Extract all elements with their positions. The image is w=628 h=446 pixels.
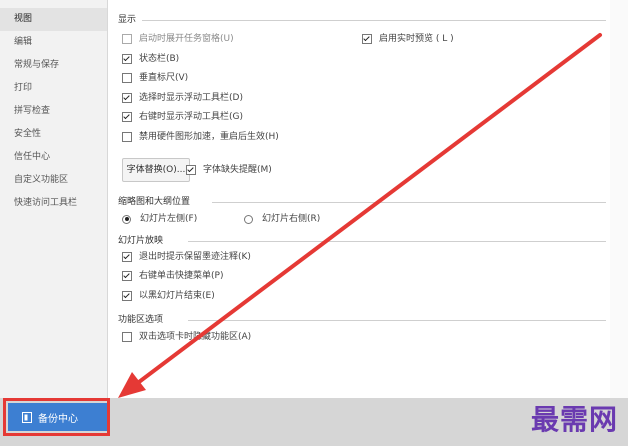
option-float-toolbar-rightclick[interactable]: 右键时显示浮动工具栏(G) — [122, 109, 243, 125]
option-label: 右键时显示浮动工具栏(G) — [139, 112, 243, 122]
radio-button[interactable] — [122, 214, 131, 224]
section-divider — [188, 320, 606, 321]
section-title-ribbon: 功能区选项 — [118, 315, 164, 325]
section-divider — [212, 202, 606, 203]
checkbox[interactable] — [122, 93, 132, 103]
option-label: 幻灯片右侧(R) — [262, 214, 321, 224]
highlight-annotation — [3, 398, 110, 436]
options-sidebar: 视图 编辑 常规与保存 打印 拼写检查 安全性 信任中心 自定义功能区 快速访问… — [0, 0, 108, 398]
sidebar-item-security[interactable]: 安全性 — [0, 123, 107, 146]
option-status-bar[interactable]: 状态栏(B) — [122, 51, 179, 67]
section-title-display: 显示 — [118, 15, 137, 25]
option-hide-ribbon-dblclick[interactable]: 双击选项卡时隐藏功能区(A) — [122, 329, 251, 345]
checkbox[interactable] — [122, 252, 132, 262]
checkbox[interactable] — [122, 54, 132, 64]
checkbox[interactable] — [122, 112, 132, 122]
sidebar-item-print[interactable]: 打印 — [0, 77, 107, 100]
option-font-missing[interactable]: 字体缺失提醒(M) — [186, 162, 272, 178]
sidebar-item-trust-center[interactable]: 信任中心 — [0, 146, 107, 169]
sidebar-item-edit[interactable]: 编辑 — [0, 31, 107, 54]
option-label: 启动时展开任务窗格(U) — [139, 34, 234, 44]
sidebar-item-quick-access[interactable]: 快速访问工具栏 — [0, 192, 107, 215]
checkbox[interactable] — [186, 165, 196, 175]
checkbox[interactable] — [122, 132, 132, 142]
option-ink-prompt[interactable]: 退出时提示保留墨迹注释(K) — [122, 249, 251, 265]
watermark-logo: 最需网 — [530, 403, 618, 436]
option-expand-taskpane[interactable]: 启动时展开任务窗格(U) — [122, 31, 234, 47]
section-title-thumbnail: 缩略图和大纲位置 — [118, 197, 191, 207]
radio-slide-left[interactable]: 幻灯片左侧(F) — [122, 211, 197, 227]
radio-button[interactable] — [244, 214, 253, 224]
option-label: 字体缺失提醒(M) — [203, 165, 272, 175]
option-disable-hw-accel[interactable]: 禁用硬件图形加速，重启后生效(H) — [122, 129, 279, 145]
checkbox[interactable] — [122, 34, 132, 44]
option-label: 状态栏(B) — [139, 54, 180, 64]
option-label: 以黑幻灯片结束(E) — [139, 291, 215, 301]
checkbox[interactable] — [122, 73, 132, 83]
option-label: 垂直标尺(V) — [139, 73, 189, 83]
section-title-slideshow: 幻灯片放映 — [118, 236, 164, 246]
options-content: 显示 启动时展开任务窗格(U) 启用实时预览 ( L ) 状态栏(B) 垂直标尺… — [108, 0, 618, 398]
checkbox[interactable] — [362, 34, 372, 44]
option-label: 选择时显示浮动工具栏(D) — [139, 93, 243, 103]
checkbox[interactable] — [122, 271, 132, 281]
option-vertical-ruler[interactable]: 垂直标尺(V) — [122, 70, 188, 86]
sidebar-item-view[interactable]: 视图 — [0, 8, 107, 31]
font-replace-button[interactable]: 字体替换(O)... — [122, 158, 190, 182]
sidebar-item-spellcheck[interactable]: 拼写检查 — [0, 100, 107, 123]
option-end-black-slide[interactable]: 以黑幻灯片结束(E) — [122, 288, 215, 304]
sidebar-item-customize-ribbon[interactable]: 自定义功能区 — [0, 169, 107, 192]
section-divider — [142, 20, 606, 21]
option-label: 幻灯片左侧(F) — [140, 214, 198, 224]
section-divider — [188, 241, 606, 242]
option-right-click-menu[interactable]: 右键单击快捷菜单(P) — [122, 268, 223, 284]
option-live-preview[interactable]: 启用实时预览 ( L ) — [362, 31, 454, 47]
option-label: 退出时提示保留墨迹注释(K) — [139, 252, 251, 262]
radio-slide-right[interactable]: 幻灯片右侧(R) — [244, 211, 320, 227]
option-label: 启用实时预览 ( L ) — [379, 34, 454, 44]
checkbox[interactable] — [122, 332, 132, 342]
option-label: 右键单击快捷菜单(P) — [139, 271, 224, 281]
vertical-scrollbar[interactable] — [610, 0, 628, 398]
option-label: 双击选项卡时隐藏功能区(A) — [139, 332, 252, 342]
option-label: 禁用硬件图形加速，重启后生效(H) — [139, 132, 279, 142]
checkbox[interactable] — [122, 291, 132, 301]
option-float-toolbar-select[interactable]: 选择时显示浮动工具栏(D) — [122, 90, 243, 106]
sidebar-item-general-save[interactable]: 常规与保存 — [0, 54, 107, 77]
